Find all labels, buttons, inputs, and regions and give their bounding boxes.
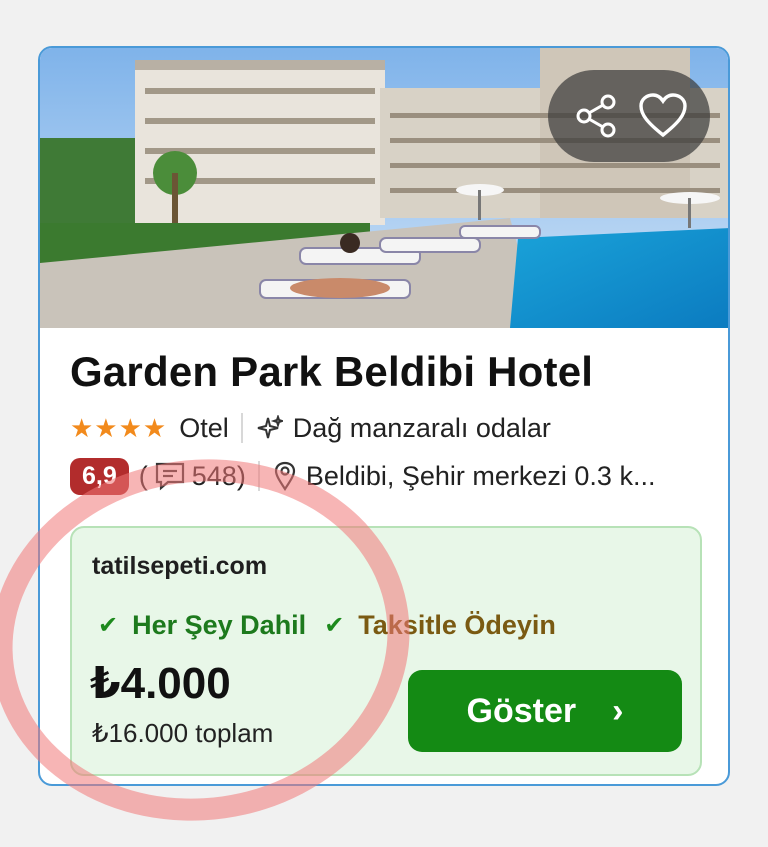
check-icon: ✔ [98,612,119,639]
comment-icon [154,461,186,491]
hotel-photo[interactable] [40,48,728,328]
show-deal-label: Göster [466,691,577,730]
provider-name: tatilsepeti.com [92,552,268,580]
hotel-card[interactable]: Garden Park Beldibi Hotel ★★★★ Otel Dağ … [38,46,730,786]
chevron-right-icon: › [612,691,624,730]
check-icon: ✔ [324,612,345,639]
heart-icon[interactable] [635,88,691,144]
divider [240,413,243,443]
sparkle-icon [257,415,283,441]
nightly-price: ₺4.000 [90,659,231,708]
offer-features: ✔ Her Şey Dahil ✔ Taksitle Ödeyin [98,610,556,641]
divider [257,461,260,491]
feature-all-inclusive: Her Şey Dahil [132,610,307,640]
star-rating: ★★★★ [70,412,168,443]
hotel-location: Beldibi, Şehir merkezi 0.3 k... [305,460,656,491]
feature-installments: Taksitle Ödeyin [358,610,556,640]
hotel-name[interactable]: Garden Park Beldibi Hotel [70,348,593,396]
hotel-meta: ★★★★ Otel Dağ manzaralı odalar [70,410,551,446]
map-pin-icon [274,461,296,491]
hotel-feature: Dağ manzaralı odalar [292,412,551,443]
total-price: ₺16.000 toplam [92,718,274,748]
review-count[interactable]: 548) [192,461,246,492]
offer-panel[interactable]: tatilsepeti.com ✔ Her Şey Dahil ✔ Taksit… [70,526,702,776]
photo-actions [548,70,710,162]
reviews-open-paren: ( [138,460,148,491]
hotel-rating-location: 6,9 ( 548) Beldibi, Şehir merkezi 0.3 k.… [70,456,700,496]
share-icon[interactable] [568,88,624,144]
show-deal-button[interactable]: Göster › [408,670,682,752]
hotel-type: Otel [179,412,229,443]
score-badge: 6,9 [70,457,129,495]
